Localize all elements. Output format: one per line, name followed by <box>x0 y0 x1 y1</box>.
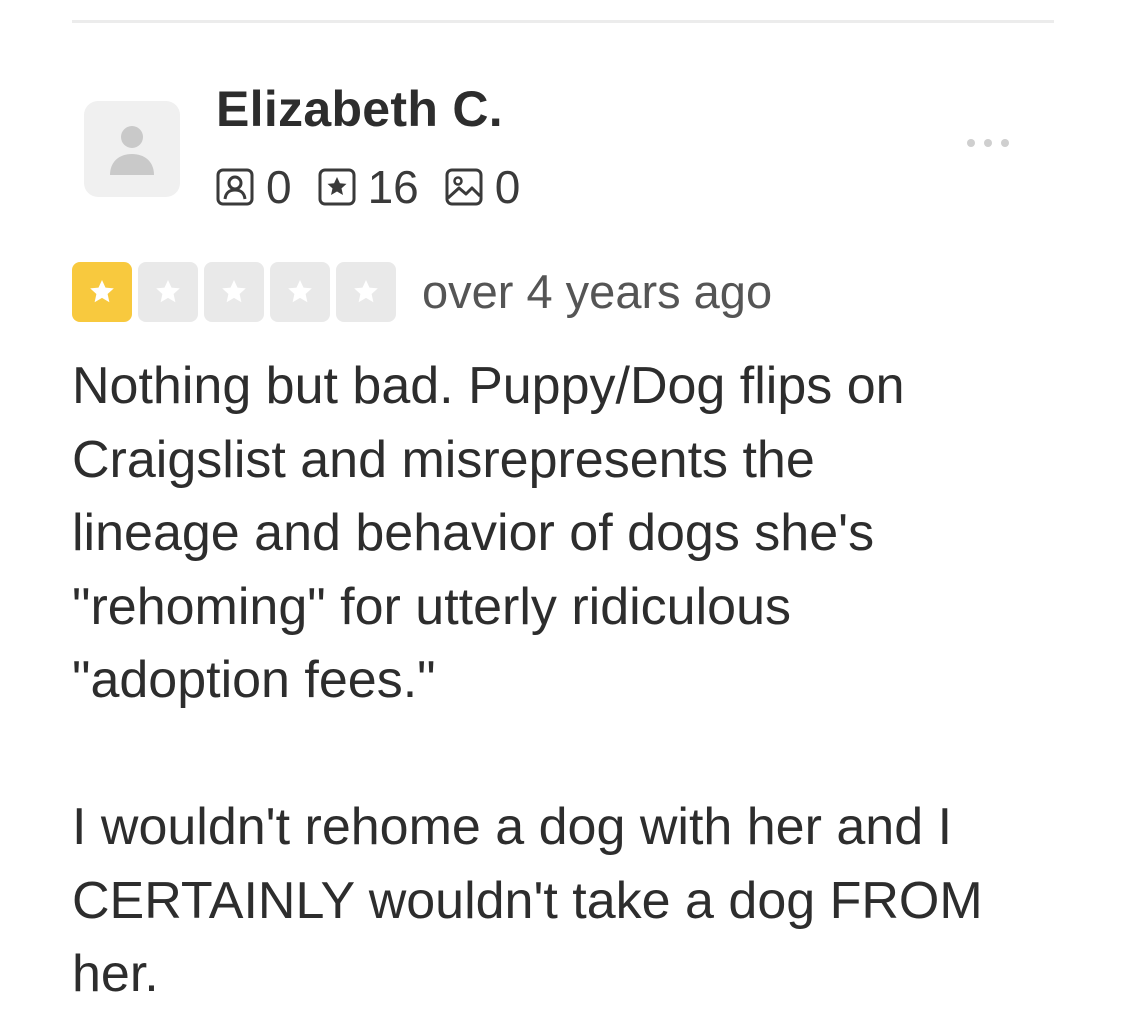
review-paragraph: I wouldn't rehome a dog with her and I C… <box>72 798 983 1003</box>
star-empty <box>204 262 264 322</box>
friends-icon <box>216 168 254 206</box>
star-rating: over 4 years ago <box>72 262 772 322</box>
photos-count: 0 <box>494 161 521 213</box>
friends-count: 0 <box>266 161 292 213</box>
photo-icon <box>445 168 483 206</box>
top-divider <box>72 20 1054 23</box>
reviews-stat: 16 <box>318 160 419 214</box>
reviews-count: 16 <box>367 161 419 213</box>
star-empty <box>270 262 330 322</box>
star-empty <box>336 262 396 322</box>
menu-dot <box>984 139 992 147</box>
user-placeholder-icon <box>110 126 154 175</box>
user-stats: 0 16 0 <box>216 160 546 214</box>
user-name[interactable]: Elizabeth C. <box>216 80 503 138</box>
review-star-icon <box>318 168 356 206</box>
review-text: Nothing but bad. Puppy/Dog flips on Crai… <box>72 350 1072 1012</box>
star-icon <box>288 280 312 303</box>
rating-stars <box>72 262 402 322</box>
star-icon <box>222 280 246 303</box>
star-icon <box>354 280 378 303</box>
star-empty <box>138 262 198 322</box>
review-date: over 4 years ago <box>422 265 773 318</box>
star-icon <box>156 280 180 303</box>
more-options-icon[interactable] <box>950 128 1026 158</box>
menu-dot <box>1001 139 1009 147</box>
star-filled <box>72 262 132 322</box>
photos-stat: 0 <box>445 160 521 214</box>
friends-stat: 0 <box>216 160 292 214</box>
avatar[interactable] <box>84 101 180 197</box>
review-paragraph: Nothing but bad. Puppy/Dog flips on Crai… <box>72 357 905 709</box>
star-icon <box>90 280 114 303</box>
menu-dot <box>967 139 975 147</box>
